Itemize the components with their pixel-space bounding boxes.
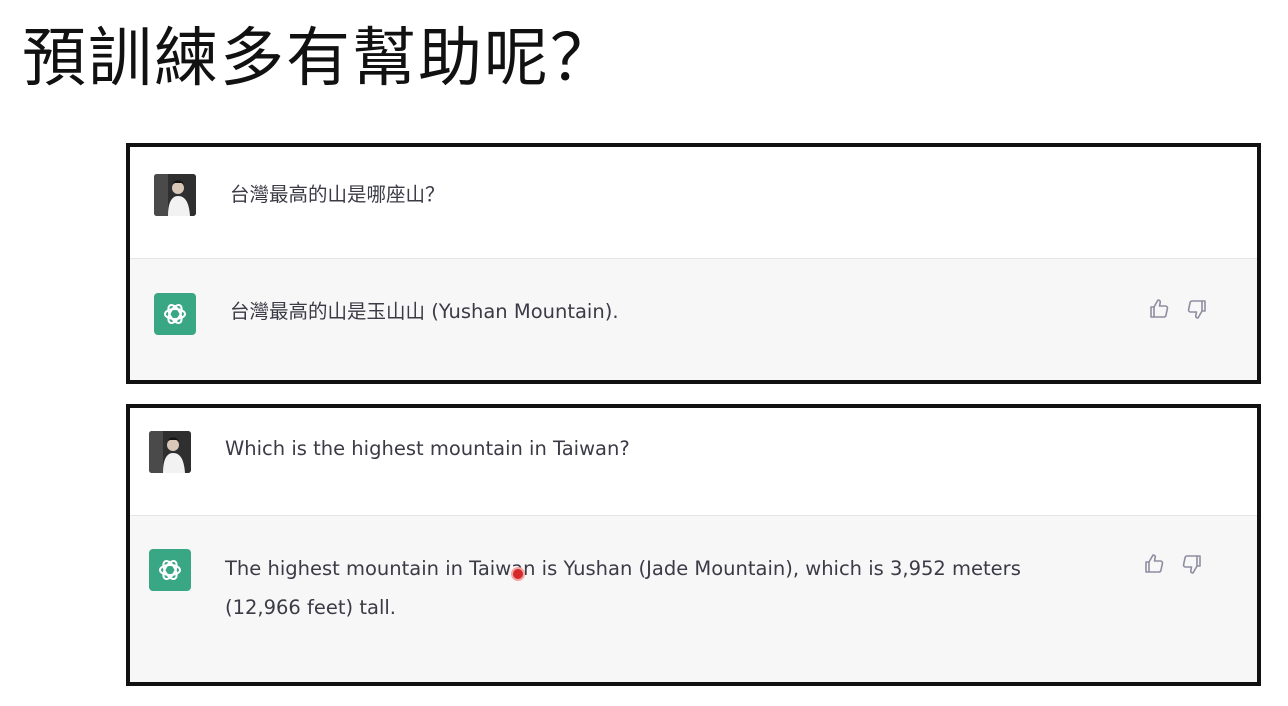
thumbs-up-icon[interactable]	[1147, 297, 1171, 321]
openai-logo-icon	[149, 549, 191, 591]
user-photo-icon	[149, 431, 191, 473]
thumbs-up-icon[interactable]	[1142, 552, 1166, 576]
user-message-row: 台灣最高的山是哪座山？	[130, 147, 1257, 258]
thumbs-down-icon[interactable]	[1180, 552, 1204, 576]
chat-box-english: Which is the highest mountain in Taiwan?…	[126, 404, 1261, 686]
user-message-text: 台灣最高的山是哪座山？	[230, 183, 445, 206]
pointer-cursor-marker	[511, 567, 525, 581]
thumbs-down-icon[interactable]	[1185, 297, 1209, 321]
slide-title: 預訓練多有幫助呢？	[22, 22, 616, 96]
assistant-message-row: The highest mountain in Taiwan is Yushan…	[130, 515, 1257, 682]
feedback-buttons	[1142, 552, 1204, 576]
user-message-row: Which is the highest mountain in Taiwan?	[130, 408, 1257, 515]
user-message-text: Which is the highest mountain in Taiwan?	[225, 437, 630, 460]
openai-logo-icon	[154, 293, 196, 335]
assistant-message-text: 台灣最高的山是玉山山 (Yushan Mountain).	[230, 300, 619, 323]
user-photo-icon	[154, 174, 196, 216]
feedback-buttons	[1147, 297, 1209, 321]
assistant-message-line-2: (12,966 feet) tall.	[225, 596, 396, 619]
assistant-message-line-1: The highest mountain in Taiwan is Yushan…	[225, 557, 1021, 580]
assistant-message-row: 台灣最高的山是玉山山 (Yushan Mountain).	[130, 258, 1257, 380]
chat-box-chinese: 台灣最高的山是哪座山？ 台灣最高的山是玉山山 (Yushan Mountain)…	[126, 143, 1261, 384]
